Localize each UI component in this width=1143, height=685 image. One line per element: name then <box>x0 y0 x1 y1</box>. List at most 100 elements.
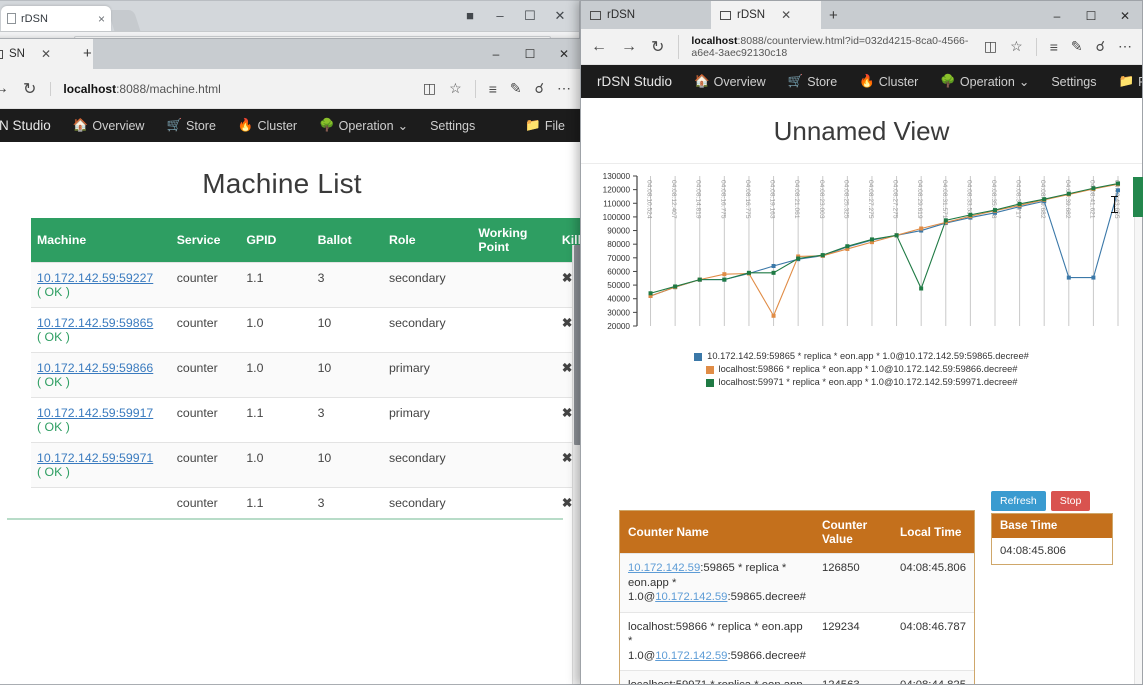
hub-icon[interactable]: ≡ <box>489 81 497 97</box>
svg-text:90000: 90000 <box>607 227 630 236</box>
maximize-button[interactable]: ☐ <box>515 1 545 31</box>
divider <box>1035 37 1037 56</box>
left-browser-tab[interactable]: SN ✕ <box>0 39 93 69</box>
chrome-new-tab-button[interactable] <box>107 10 141 31</box>
ip-link[interactable]: 10.172.142.59 <box>655 591 727 603</box>
share-icon[interactable]: ☌ <box>535 80 544 97</box>
nav-label: Store <box>807 74 838 89</box>
rdsn-brand[interactable]: rDSN Studio <box>597 74 672 89</box>
machine-link[interactable]: 10.172.142.59:59971 <box>37 451 153 465</box>
svg-text:04:08:25.325: 04:08:25.325 <box>842 180 849 219</box>
nav-item-cluster[interactable]: 🔥 Cluster <box>238 118 297 133</box>
right-window-controls: – ☐ ✕ <box>1040 1 1142 31</box>
cell-working-point <box>472 262 556 308</box>
machine-status: ( OK ) <box>37 330 70 344</box>
table-row: 10.172.142.59:59866( OK ) counter 1.0 10 pri… <box>31 352 581 398</box>
cell-service: counter <box>170 397 241 443</box>
table-row: 10.172.142.59:59227( OK ) counter 1.1 3 seco… <box>31 262 581 308</box>
svg-text:110000: 110000 <box>603 199 630 208</box>
nav-item-settings[interactable]: Settings <box>1051 75 1096 89</box>
machine-link[interactable]: 10.172.142.59:59865 <box>37 316 153 330</box>
nav-item-store[interactable]: 🛒 Store <box>166 118 215 133</box>
ip-link[interactable]: 10.172.142.59 <box>655 650 727 662</box>
forward-icon[interactable]: → <box>621 38 637 56</box>
cell-ballot: 3 <box>311 262 383 308</box>
page-icon <box>7 13 16 24</box>
nav-item-overview[interactable]: 🏠 Overview <box>694 74 766 89</box>
col-counter-value: Counter Value <box>813 511 893 554</box>
reading-view-icon[interactable]: ◫ <box>423 80 436 97</box>
new-tab-button[interactable]: + <box>83 45 92 62</box>
favorite-star-icon[interactable]: ☆ <box>1010 38 1023 55</box>
reading-view-icon[interactable]: ◫ <box>984 38 997 55</box>
nav-item-operation[interactable]: 🌳 Operation ⌄ <box>940 74 1029 89</box>
forward-icon[interactable]: → <box>0 80 9 98</box>
cell-machine: 10.172.142.59:59971( OK ) <box>31 442 171 488</box>
right-browser-tab-2[interactable]: rDSN ✕ <box>711 1 821 29</box>
left-rdsn-navbar: N Studio 🏠 Overview 🛒 Store 🔥 Cluster 🌳 Oper… <box>0 109 581 142</box>
close-icon[interactable]: × <box>98 12 105 26</box>
right-browser-tab-1[interactable]: rDSN <box>581 1 711 29</box>
machine-link[interactable]: 10.172.142.59:59866 <box>37 361 153 375</box>
counter-view-scrollbar[interactable] <box>1134 195 1142 684</box>
nav-item-overview[interactable]: 🏠 Overview <box>73 118 145 133</box>
hub-icon[interactable]: ≡ <box>1050 39 1058 55</box>
note-icon[interactable]: ✎ <box>1071 38 1083 55</box>
machine-link[interactable]: 10.172.142.59:59227 <box>37 271 153 285</box>
stop-button[interactable]: Stop <box>1050 491 1091 511</box>
reload-icon[interactable]: ↻ <box>23 79 36 99</box>
machine-link[interactable]: 10.172.142.59:59917 <box>37 406 153 420</box>
counter-view-browser-window[interactable]: rDSN rDSN ✕ + – ☐ ✕ ← → ↻ localhost:8088… <box>580 0 1143 685</box>
cell-counter-value: 126850 <box>813 553 893 612</box>
new-tab-button[interactable]: + <box>829 7 838 24</box>
ip-link[interactable]: 10.172.142.59 <box>628 562 700 574</box>
cell-machine: 10.172.142.59:59866( OK ) <box>31 352 171 398</box>
nav-item-cluster[interactable]: 🔥 Cluster <box>859 74 918 89</box>
rdsn-brand[interactable]: N Studio <box>0 118 51 133</box>
nav-item-settings[interactable]: Settings <box>430 119 475 133</box>
right-address-bar[interactable]: localhost:8088/counterview.html?id=032d4… <box>678 34 969 59</box>
minimize-button[interactable]: – <box>479 39 513 69</box>
nav-label: Operation <box>338 118 394 133</box>
counter-chart-svg: 20000 30000 40000 50000 60000 70000 80000 90000… <box>603 172 1121 331</box>
close-icon[interactable]: ✕ <box>41 47 51 61</box>
machine-list-table: Machine Service GPID Ballot Role Working… <box>31 218 581 518</box>
left-address-bar[interactable]: localhost:8088/machine.html <box>50 81 408 96</box>
svg-text:04:08:37.717: 04:08:37.717 <box>1015 180 1022 219</box>
more-icon[interactable]: ⋯ <box>1118 38 1132 55</box>
counter-table-body: 10.172.142.59:59865 * replica * eon.app … <box>620 553 974 684</box>
minimize-button[interactable]: – <box>485 1 515 31</box>
share-icon[interactable]: ☌ <box>1096 38 1105 55</box>
counter-table-wrapper: Counter Name Counter Value Local Time 10… <box>619 510 975 684</box>
nav-item-file[interactable]: 📁File <box>1118 74 1142 89</box>
close-button[interactable]: ✕ <box>547 39 581 69</box>
chrome-tab[interactable]: rDSN × <box>1 6 111 31</box>
minimize-button[interactable]: – <box>1040 1 1074 31</box>
more-icon[interactable]: ⋯ <box>557 80 571 97</box>
maximize-button[interactable]: ☐ <box>513 39 547 69</box>
machine-list-browser-window[interactable]: SN ✕ + – ☐ ✕ → ↻ localhost:8088/machine.… <box>0 38 582 685</box>
close-icon[interactable]: ✕ <box>781 8 791 22</box>
svg-text:04:08:29.619: 04:08:29.619 <box>916 180 923 219</box>
svg-text:40000: 40000 <box>607 295 630 304</box>
cell-working-point <box>472 352 556 398</box>
close-button[interactable]: ✕ <box>1108 1 1142 31</box>
favorite-star-icon[interactable]: ☆ <box>449 80 462 97</box>
chevron-down-icon: ⌄ <box>397 119 409 133</box>
nav-item-operation[interactable]: 🌳 Operation ⌄ <box>319 118 408 133</box>
machine-status: ( OK ) <box>37 375 70 389</box>
close-button[interactable]: ✕ <box>545 1 575 31</box>
cell-machine: 10.172.142.59:59917( OK ) <box>31 397 171 443</box>
nav-item-store[interactable]: 🛒 Store <box>788 74 837 89</box>
profile-icon[interactable]: ■ <box>455 1 485 31</box>
reload-icon[interactable]: ↻ <box>651 37 664 57</box>
maximize-button[interactable]: ☐ <box>1074 1 1108 31</box>
counter-chart: 20000 30000 40000 50000 60000 70000 80000 90000… <box>581 168 1142 387</box>
back-icon[interactable]: ← <box>591 38 607 56</box>
cell-role: secondary <box>382 442 473 488</box>
refresh-button[interactable]: Refresh <box>991 491 1046 511</box>
cell-ballot: 10 <box>311 307 383 353</box>
nav-item-file[interactable]: 📁File <box>525 118 565 133</box>
cell-counter-name: 10.172.142.59:59865 * replica * eon.app … <box>620 553 814 612</box>
note-icon[interactable]: ✎ <box>510 80 522 97</box>
